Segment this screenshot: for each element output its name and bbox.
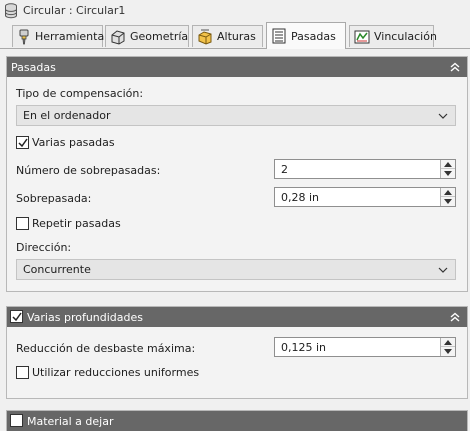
- section-title: Varias profundidades: [27, 310, 144, 324]
- linking-icon: [354, 30, 370, 43]
- spin-down-button[interactable]: [441, 347, 455, 356]
- tab-pasadas[interactable]: Pasadas: [266, 22, 346, 49]
- spin-up-icon: [444, 162, 452, 167]
- spin-up-icon: [444, 340, 452, 345]
- stepper-buttons: [440, 160, 455, 178]
- uniform-stepdowns-label[interactable]: Utilizar reducciones uniformes: [32, 366, 199, 379]
- tab-herramienta[interactable]: Herramienta: [12, 25, 105, 47]
- spin-up-button[interactable]: [441, 188, 455, 197]
- heights-icon: [198, 29, 212, 45]
- dropdown-chevron-icon: [438, 267, 448, 273]
- varias-pasadas-checkbox[interactable]: [16, 136, 29, 149]
- direction-label: Dirección:: [16, 241, 72, 254]
- spin-down-button[interactable]: [441, 197, 455, 206]
- compensation-type-label: Tipo de compensación:: [16, 87, 144, 100]
- stepper-buttons: [440, 338, 455, 356]
- stepover-value: 0,28 in: [281, 191, 320, 204]
- num-stepovers-stepper[interactable]: 2: [274, 159, 456, 179]
- checkmark-icon: [12, 312, 22, 322]
- spin-down-icon: [444, 171, 452, 176]
- tab-geometria[interactable]: Geometría: [105, 25, 189, 47]
- direction-value: Concurrente: [23, 263, 91, 276]
- uniform-stepdowns-checkbox[interactable]: [16, 366, 29, 379]
- section-title: Material a dejar: [27, 414, 114, 428]
- spin-up-icon: [444, 190, 452, 195]
- tab-label: Vinculación: [374, 30, 437, 43]
- section-header-multiple-depths[interactable]: Varias profundidades: [7, 307, 467, 327]
- window-title: Circular : Circular1: [23, 4, 126, 17]
- tool-icon: [19, 29, 29, 44]
- compensation-type-select[interactable]: En el ordenador: [16, 105, 456, 126]
- checkmark-icon: [18, 138, 28, 148]
- repeat-passes-checkbox[interactable]: [16, 217, 29, 230]
- direction-select[interactable]: Concurrente: [16, 259, 456, 280]
- num-stepovers-label: Número de sobrepasadas:: [16, 164, 161, 177]
- varias-pasadas-label[interactable]: Varias pasadas: [32, 136, 115, 149]
- title-bar: Circular : Circular1: [0, 0, 470, 22]
- compensation-type-value: En el ordenador: [23, 109, 111, 122]
- spin-up-button[interactable]: [441, 160, 455, 169]
- collapse-chevron-icon[interactable]: [450, 62, 460, 72]
- database-icon: [5, 3, 17, 19]
- tab-label: Herramienta: [35, 30, 105, 43]
- spin-down-icon: [444, 199, 452, 204]
- num-stepovers-value: 2: [281, 163, 288, 176]
- stepover-stepper[interactable]: 0,28 in: [274, 187, 456, 207]
- max-roughing-stepdown-stepper[interactable]: 0,125 in: [274, 337, 456, 357]
- spin-down-icon: [444, 349, 452, 354]
- repeat-passes-label[interactable]: Repetir pasadas: [32, 217, 121, 230]
- section-stock-to-leave: Material a dejar: [6, 410, 468, 431]
- tab-bar: Herramienta Geometría Alturas Pasadas Vi…: [0, 22, 470, 49]
- spin-down-button[interactable]: [441, 169, 455, 178]
- stepover-label: Sobrepasada:: [16, 192, 92, 205]
- section-pasadas: Pasadas Tipo de compensación: En el orde…: [6, 56, 468, 292]
- section-title: Pasadas: [11, 60, 56, 74]
- max-roughing-stepdown-label: Reducción de desbaste máxima:: [16, 342, 196, 355]
- stepper-buttons: [440, 188, 455, 206]
- geometry-icon: [111, 29, 125, 45]
- tab-label: Geometría: [130, 30, 189, 43]
- tab-label: Pasadas: [291, 29, 336, 43]
- collapse-chevron-icon[interactable]: [450, 312, 460, 322]
- section-header-pasadas[interactable]: Pasadas: [7, 57, 467, 77]
- dropdown-chevron-icon: [438, 113, 448, 119]
- multiple-depths-checkbox[interactable]: [10, 310, 23, 323]
- stock-to-leave-checkbox[interactable]: [10, 414, 23, 427]
- passes-icon: [272, 28, 286, 44]
- tab-label: Alturas: [217, 30, 256, 43]
- spin-up-button[interactable]: [441, 338, 455, 347]
- max-roughing-stepdown-value: 0,125 in: [281, 341, 327, 354]
- tab-vinculacion[interactable]: Vinculación: [349, 25, 437, 47]
- section-header-stock-to-leave[interactable]: Material a dejar: [7, 411, 467, 431]
- section-multiple-depths: Varias profundidades Reducción de desbas…: [6, 306, 468, 399]
- tab-alturas[interactable]: Alturas: [192, 25, 263, 47]
